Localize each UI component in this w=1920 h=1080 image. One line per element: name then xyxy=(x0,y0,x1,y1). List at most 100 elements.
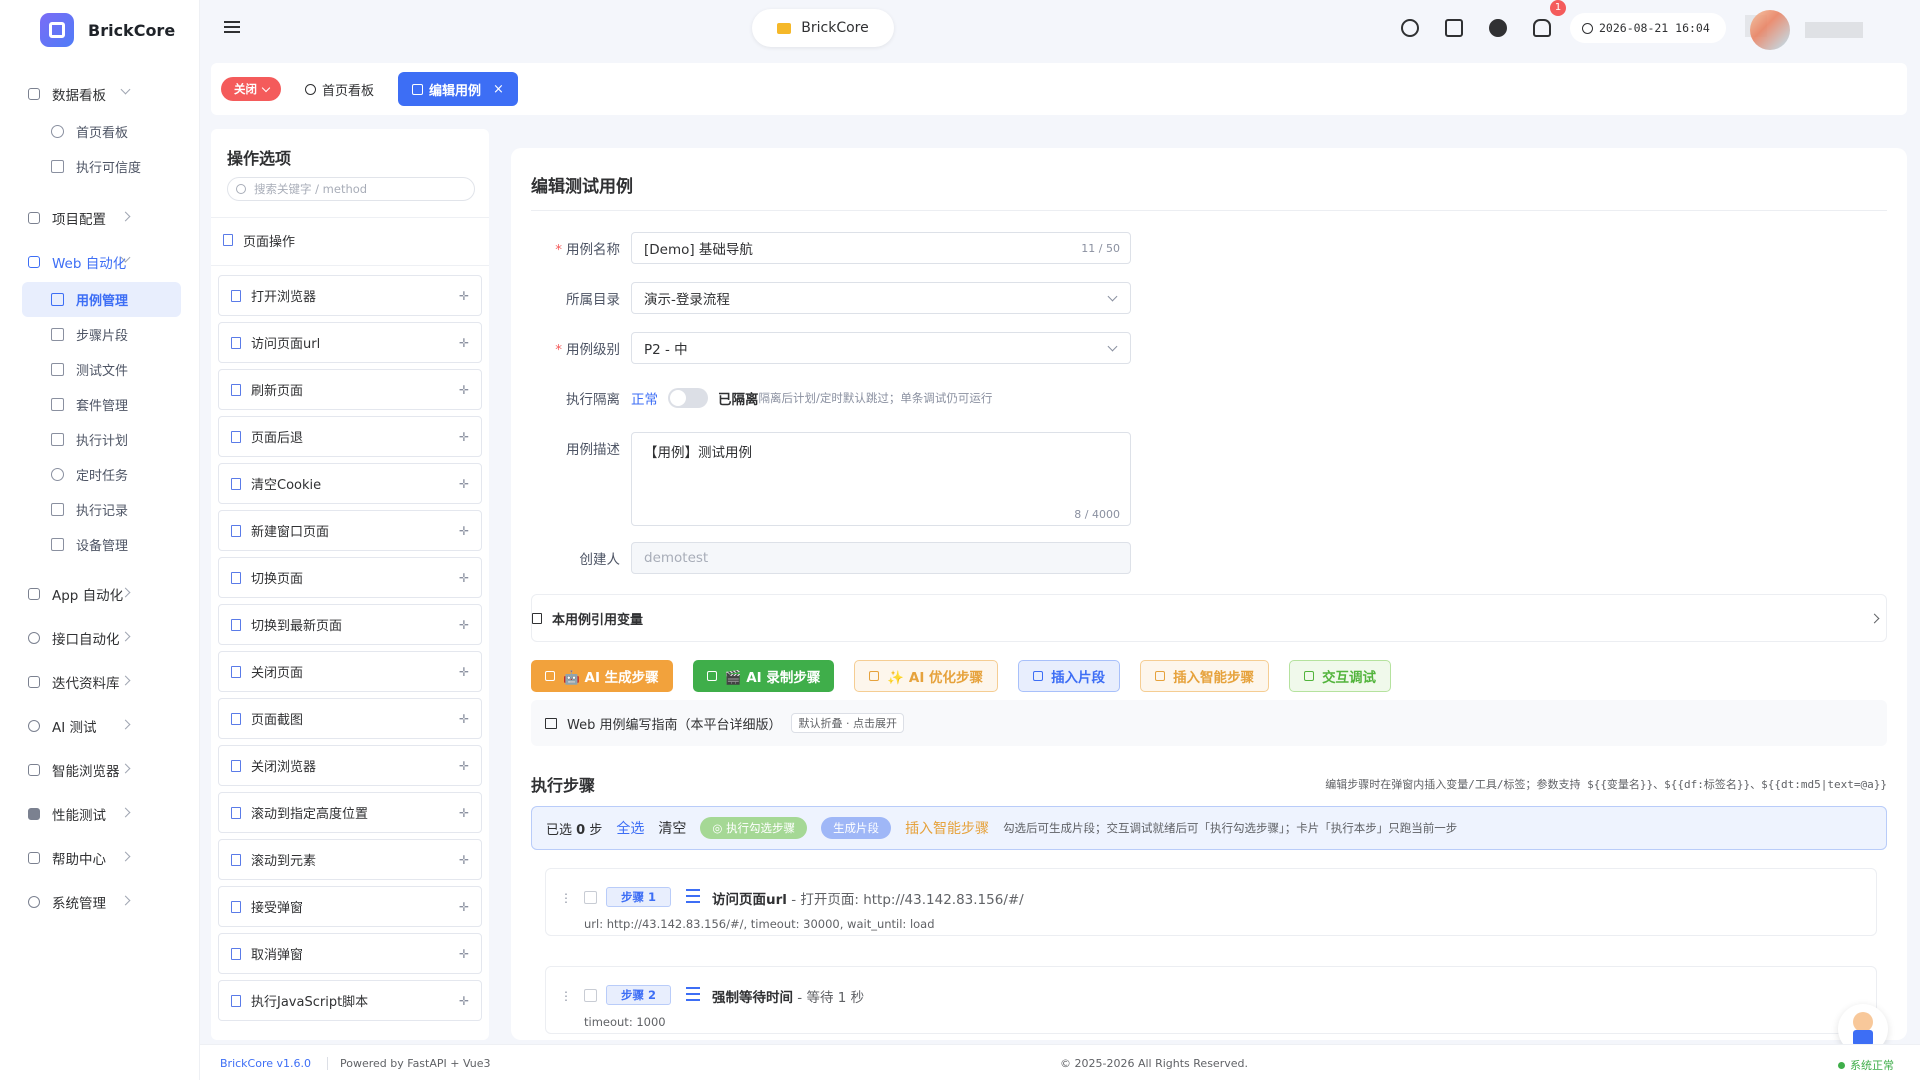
menu-item-scheduled-tasks[interactable]: 定时任务 xyxy=(22,457,181,492)
op-item[interactable]: 取消弹窗 ✛ xyxy=(218,933,482,974)
step-checkbox[interactable] xyxy=(584,989,597,1002)
op-item[interactable]: 滚动到指定高度位置 ✛ xyxy=(218,792,482,833)
drag-handle-icon[interactable]: ✛ xyxy=(459,525,469,537)
project-switcher[interactable]: BrickCore xyxy=(752,9,894,47)
menu-item-case-management[interactable]: 用例管理 xyxy=(22,282,181,317)
isolation-toggle[interactable] xyxy=(668,388,708,408)
folder-icon xyxy=(51,363,64,376)
printer-icon[interactable] xyxy=(1445,19,1463,37)
drag-handle-icon[interactable]: ✛ xyxy=(459,948,469,960)
ops-search-input[interactable]: 搜索关键字 / method xyxy=(227,177,475,201)
ai-generate-steps-button[interactable]: 🤖 AI 生成步骤 xyxy=(531,660,673,692)
interactive-debug-button[interactable]: 交互调试 xyxy=(1289,660,1392,692)
close-icon[interactable]: × xyxy=(493,82,504,97)
case-name-input[interactable]: [Demo] 基础导航 11 / 50 xyxy=(631,232,1131,264)
brand[interactable]: BrickCore xyxy=(0,0,199,60)
ai-optimize-steps-button[interactable]: ✨ AI 优化步骤 xyxy=(854,660,999,692)
step-card[interactable]: ⋮ 步骤 2 强制等待时间 - 等待 1 秒 timeout: 1000 xyxy=(545,966,1877,1034)
op-item[interactable]: 关闭浏览器 ✛ xyxy=(218,745,482,786)
step-card[interactable]: ⋮ 步骤 1 访问页面url - 打开页面: http://43.142.83.… xyxy=(545,868,1877,936)
menu-group-help-center[interactable]: 帮助中心 xyxy=(0,838,199,878)
op-item[interactable]: 接受弹窗 ✛ xyxy=(218,886,482,927)
bell-icon[interactable] xyxy=(1533,19,1551,37)
op-item[interactable]: 访问页面url ✛ xyxy=(218,322,482,363)
op-item[interactable]: 切换页面 ✛ xyxy=(218,557,482,598)
menu-group-web-automation[interactable]: Web 自动化 xyxy=(0,242,199,282)
document-icon xyxy=(231,571,241,584)
level-select[interactable]: P2 - 中 xyxy=(631,332,1131,364)
op-item[interactable]: 切换到最新页面 ✛ xyxy=(218,604,482,645)
op-item[interactable]: 清空Cookie ✛ xyxy=(218,463,482,504)
run-selected-button[interactable]: ◎ 执行勾选步骤 xyxy=(700,817,808,839)
menu-group-iteration-library[interactable]: 迭代资料库 xyxy=(0,662,199,702)
drag-handle-icon[interactable]: ✛ xyxy=(459,713,469,725)
menu-item-exec-records[interactable]: 执行记录 xyxy=(22,492,181,527)
clear-selection-button[interactable]: 清空 xyxy=(658,818,686,838)
ops-section-header[interactable]: 页面操作 xyxy=(223,227,295,253)
menu-item-step-fragments[interactable]: 步骤片段 xyxy=(22,317,181,352)
step-checkbox[interactable] xyxy=(584,891,597,904)
drag-handle-icon[interactable]: ✛ xyxy=(459,995,469,1007)
version-link[interactable]: BrickCore v1.6.0 xyxy=(220,1057,311,1070)
description-textarea[interactable]: 【用例】测试用例 8 / 4000 xyxy=(631,432,1131,526)
writing-guide-collapse[interactable]: Web 用例编写指南（本平台详细版） 默认折叠 · 点击展开 xyxy=(531,700,1887,746)
drag-handle-icon[interactable]: ✛ xyxy=(459,901,469,913)
avatar[interactable] xyxy=(1750,10,1790,50)
drag-handle-icon[interactable]: ✛ xyxy=(459,478,469,490)
drag-handle-icon[interactable]: ✛ xyxy=(459,572,469,584)
drag-handle-icon[interactable]: ✛ xyxy=(459,384,469,396)
menu-group-api-automation[interactable]: 接口自动化 xyxy=(0,618,199,658)
insert-fragment-button[interactable]: 插入片段 xyxy=(1018,660,1121,692)
drag-handle-icon[interactable]: ⋮ xyxy=(560,891,572,905)
menu-item-home-dashboard[interactable]: 首页看板 xyxy=(22,114,181,149)
monitor-icon xyxy=(51,538,64,551)
tab-label: 首页看板 xyxy=(322,83,375,99)
search-icon[interactable] xyxy=(1401,19,1419,37)
op-item[interactable]: 新建窗口页面 ✛ xyxy=(218,510,482,551)
drag-handle-icon[interactable]: ✛ xyxy=(459,431,469,443)
op-item[interactable]: 关闭页面 ✛ xyxy=(218,651,482,692)
menu-item-test-files[interactable]: 测试文件 xyxy=(22,352,181,387)
drag-handle-icon[interactable]: ✛ xyxy=(459,760,469,772)
close-tabs-button[interactable]: 关闭 xyxy=(221,77,281,101)
select-all-button[interactable]: 全选 xyxy=(616,818,644,838)
drag-handle-icon[interactable]: ✛ xyxy=(459,619,469,631)
drag-handle-icon[interactable]: ⋮ xyxy=(560,989,572,1003)
op-item[interactable]: 滚动到元素 ✛ xyxy=(218,839,482,880)
menu-group-dashboard[interactable]: 数据看板 xyxy=(0,74,199,114)
op-item[interactable]: 页面截图 ✛ xyxy=(218,698,482,739)
drag-handle-icon[interactable]: ✛ xyxy=(459,290,469,302)
tab-home-dashboard[interactable]: 首页看板 xyxy=(291,72,388,106)
op-item[interactable]: 执行JavaScript脚本 ✛ xyxy=(218,980,482,1021)
divider xyxy=(531,210,1887,211)
menu-item-suite-management[interactable]: 套件管理 xyxy=(22,387,181,422)
drag-handle-icon[interactable]: ✛ xyxy=(459,854,469,866)
drag-handle-icon[interactable]: ✛ xyxy=(459,807,469,819)
help-icon[interactable] xyxy=(1489,19,1507,37)
op-item[interactable]: 刷新页面 ✛ xyxy=(218,369,482,410)
menu-group-system-management[interactable]: 系统管理 xyxy=(0,882,199,922)
tab-edit-case[interactable]: 编辑用例 × xyxy=(398,72,518,106)
calendar-icon xyxy=(51,433,64,446)
menu-group-ai-testing[interactable]: AI 测试 xyxy=(0,706,199,746)
menu-group-smart-browser[interactable]: 智能浏览器 xyxy=(0,750,199,790)
insert-smart-step-button[interactable]: 插入智能步骤 xyxy=(1140,660,1270,692)
menu-toggle-icon[interactable] xyxy=(224,21,240,33)
drag-handle-icon[interactable]: ✛ xyxy=(459,666,469,678)
op-item[interactable]: 页面后退 ✛ xyxy=(218,416,482,457)
menu-item-device-management[interactable]: 设备管理 xyxy=(22,527,181,562)
menu-item-exec-reliability[interactable]: 执行可信度 xyxy=(22,149,181,184)
ai-record-steps-button[interactable]: 🎬 AI 录制步骤 xyxy=(692,660,835,692)
menu-group-app-automation[interactable]: App 自动化 xyxy=(0,574,199,614)
menu-group-project-config[interactable]: 项目配置 xyxy=(0,198,199,238)
guide-tag: 默认折叠 · 点击展开 xyxy=(791,713,904,733)
menu-group-performance-testing[interactable]: 性能测试 xyxy=(0,794,199,834)
directory-select[interactable]: 演示-登录流程 xyxy=(631,282,1131,314)
generate-fragment-button[interactable]: 生成片段 xyxy=(821,817,892,839)
menu-item-exec-plan[interactable]: 执行计划 xyxy=(22,422,181,457)
insert-smart-step-link[interactable]: 插入智能步骤 xyxy=(905,818,989,838)
input-placeholder: demotest xyxy=(644,550,709,566)
op-item[interactable]: 打开浏览器 ✛ xyxy=(218,275,482,316)
drag-handle-icon[interactable]: ✛ xyxy=(459,337,469,349)
variables-collapse[interactable]: 本用例引用变量 xyxy=(531,594,1887,642)
